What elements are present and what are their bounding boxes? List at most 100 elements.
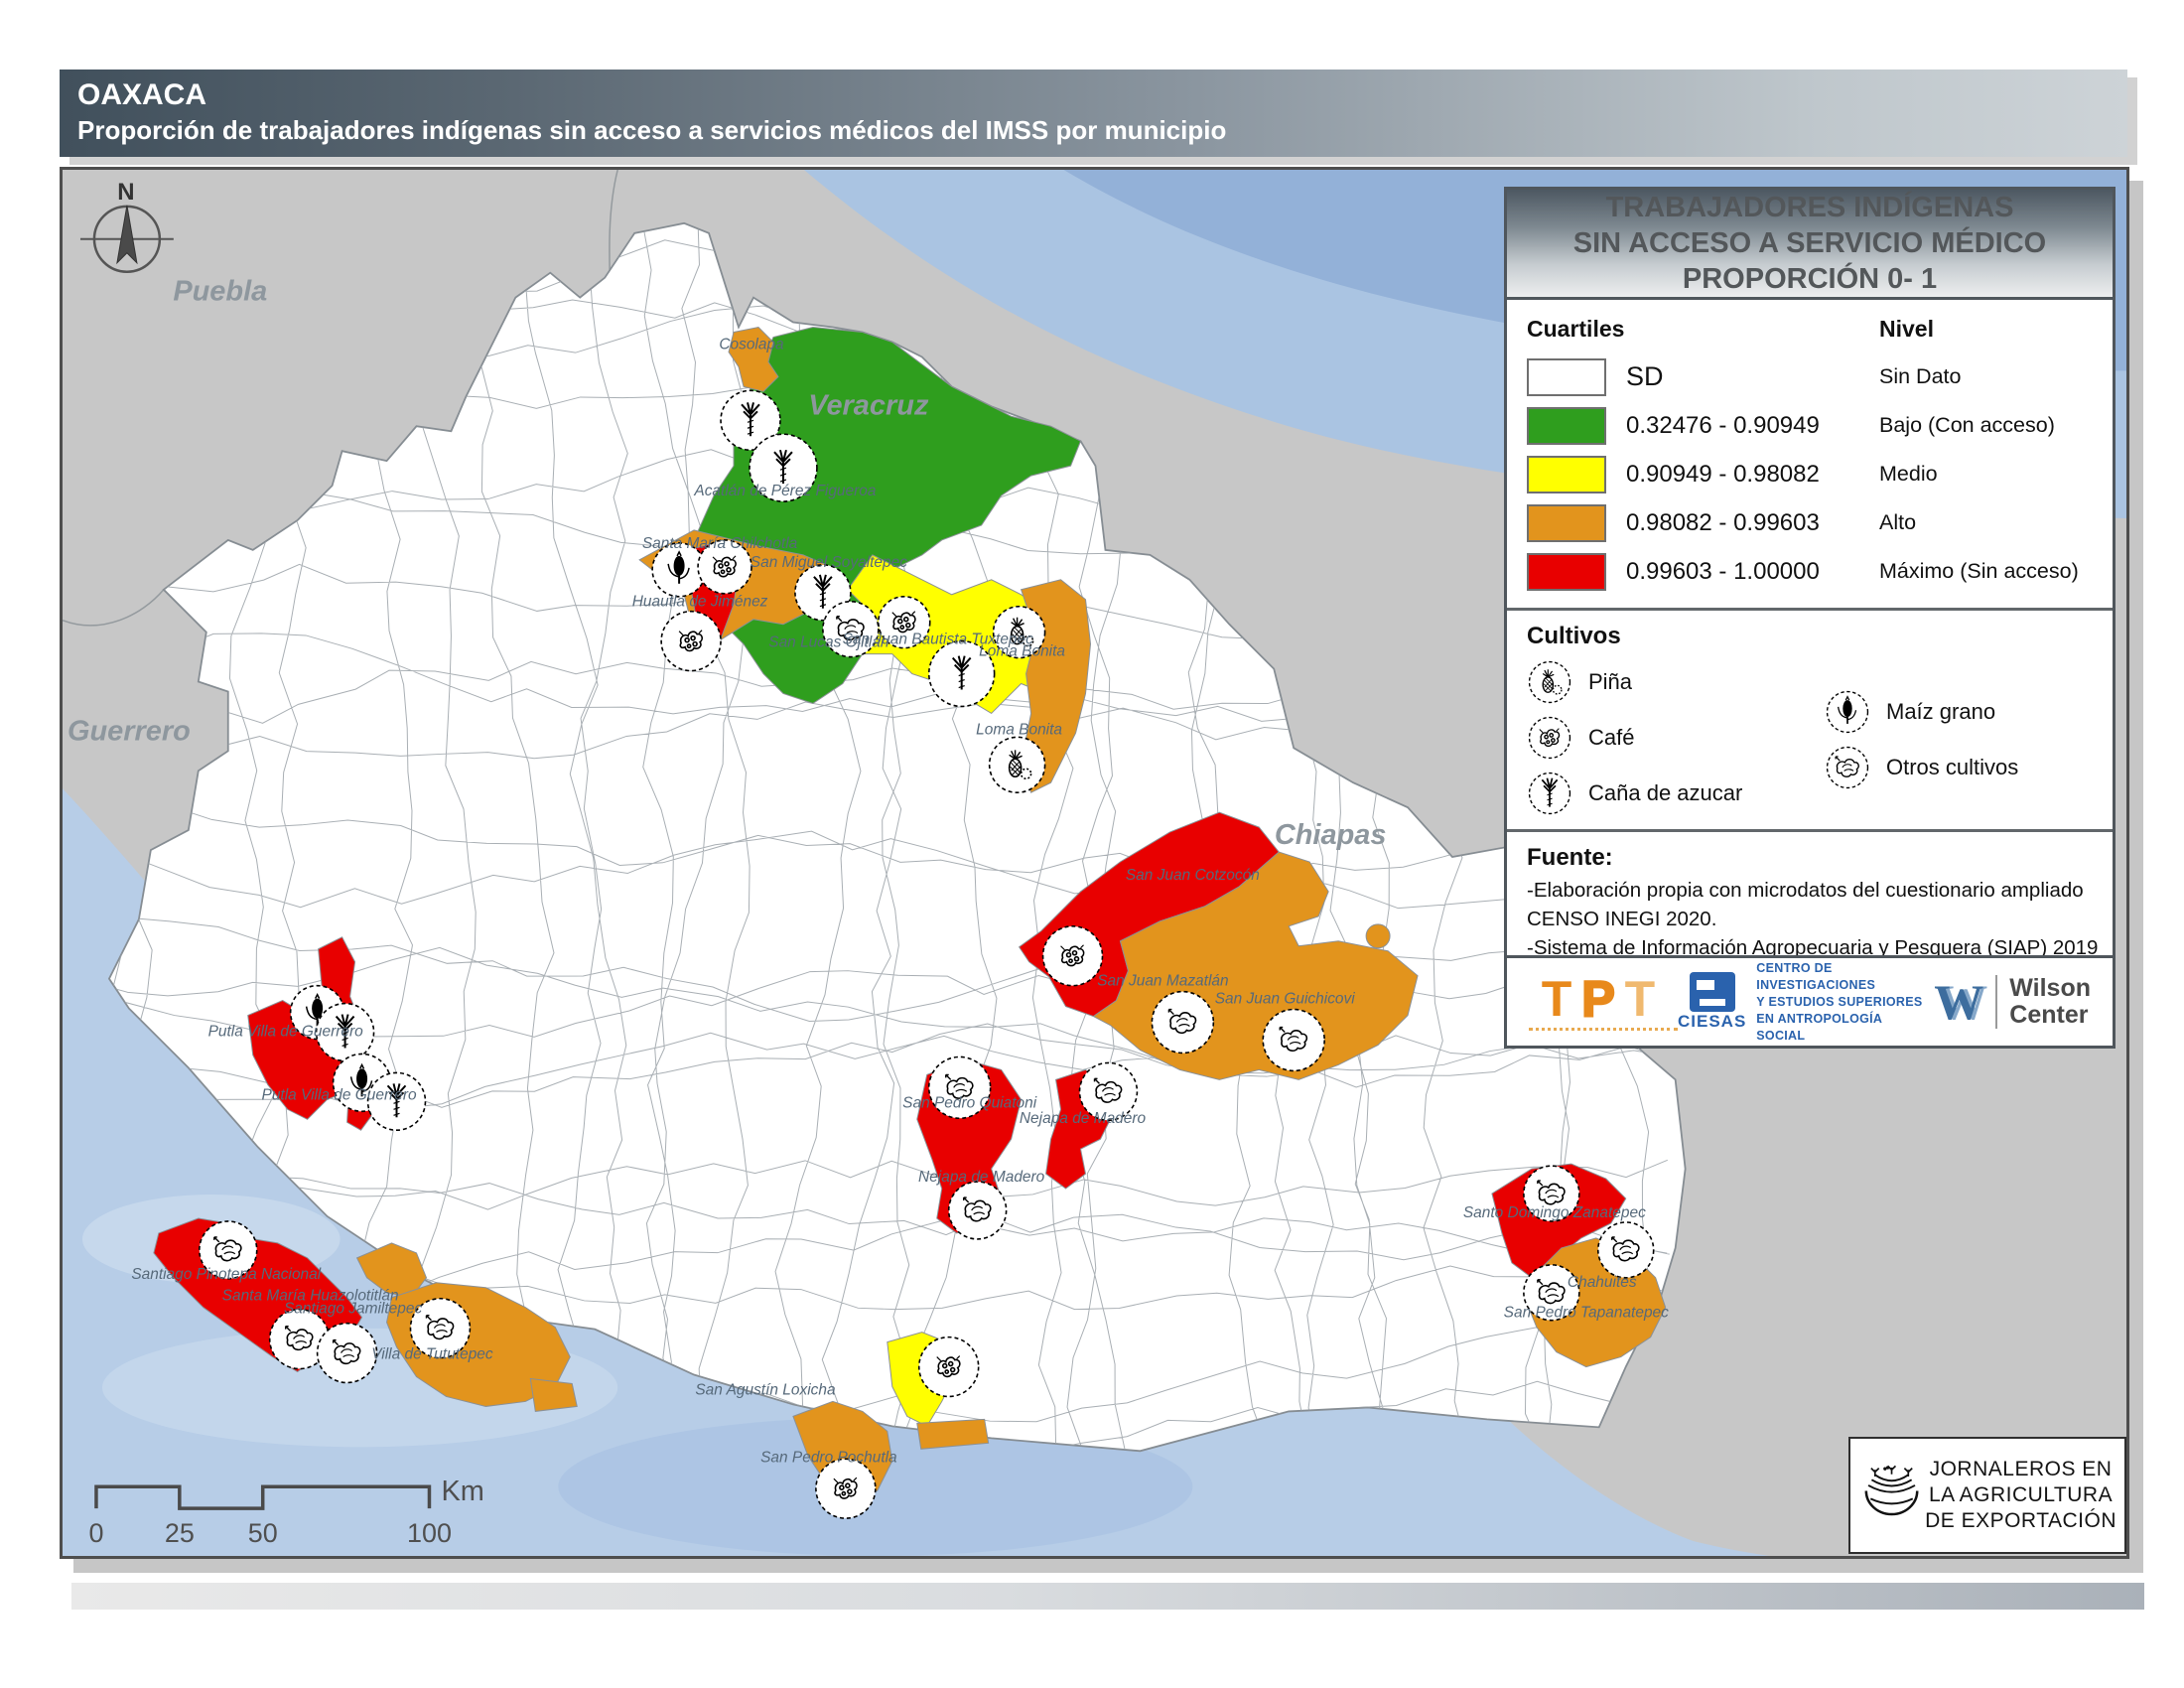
municipality-label: Villa de Tututepec [371,1346,493,1363]
legend-title-line: PROPORCIÓN 0- 1 [1507,261,2113,297]
legend-nivel: Bajo (Con acceso) [1879,413,2093,438]
municipality-label: Loma Bonita [979,643,1065,660]
nivel-header: Nivel [1879,316,2093,343]
otros-crop-icon [949,1182,1007,1239]
legend-swatch [1527,456,1606,493]
municipality-label: Loma Bonita [976,721,1062,738]
jornaleros-field-icon [1858,1450,1925,1541]
otros-icon [1825,745,1870,790]
wilson-text-line: Wilson [2009,975,2091,1002]
ciesas-text-line: EN ANTROPOLOGÍA SOCIAL [1756,1011,1934,1045]
cultivo-label: Otros cultivos [1886,755,2018,780]
north-label: N [117,179,134,206]
cafe-crop-icon [1043,926,1103,986]
footer-strip [71,1583,2144,1610]
municipality-label: Nejapa de Madero [1020,1110,1147,1127]
pina-crop-icon [990,737,1045,792]
legend-range: SD [1626,361,1879,392]
tpt-logo: TPT [1529,974,1678,1031]
jornaleros-badge: JORNALEROS ENLA AGRICULTURADE EXPORTACIÓ… [1848,1437,2126,1554]
municipality-label: San Juan Cotzocón [1126,867,1260,884]
legend-class-row: 0.32476 - 0.90949Bajo (Con acceso) [1527,401,2093,450]
ciesas-icon [1690,972,1735,1012]
cafe-crop-icon [919,1337,979,1397]
legend-nivel: Sin Dato [1879,364,2093,389]
cultivo-row: Piña [1527,658,1825,706]
cultivo-label: Piña [1588,669,1632,695]
wilson-w-mark: W [1934,977,1983,1027]
fuente-line: CENSO INEGI 2020. [1527,905,2093,933]
legend-nivel: Medio [1879,462,2093,487]
legend-range: 0.98082 - 0.99603 [1626,509,1879,537]
municipality-label: Santa María Chilchotla [642,535,798,552]
municipality-label: Santiago Jamiltepec [284,1301,423,1318]
state-label: Veracruz [808,389,929,421]
cuartiles-header: Cuartiles [1527,316,1879,343]
municipality-label: San Juan Guichicovi [1215,991,1356,1008]
municipality-label: San Agustín Loxicha [695,1381,836,1398]
cultivo-row: Maíz grano [1825,688,2018,736]
scale-unit: Km [441,1476,483,1507]
municipality-label: Santo Domingo Zanatepec [1463,1204,1646,1221]
municipality-label: Putla Villa de Guerrero [262,1086,418,1103]
legend-nivel: Alto [1879,510,2093,535]
cafe-crop-icon [816,1459,876,1518]
municipality-label: San Pedro Quiatoni [902,1094,1037,1111]
page: OAXACA Proporción de trabajadores indíge… [0,0,2184,1688]
municipality-label: San Miguel Soyaltepec [751,554,907,571]
cultivo-row: Otros cultivos [1825,744,2018,791]
municipality-label: Acatlán de Pérez Figueroa [693,483,877,499]
legend-range: 0.90949 - 0.98082 [1626,461,1879,489]
wilson-center-logo: W WilsonCenter [1934,975,2091,1029]
cafe-icon [1527,715,1572,761]
legend-title-line: TRABAJADORES INDÍGENAS [1507,190,2113,225]
legend-class-row: 0.99603 - 1.00000Máximo (Sin acceso) [1527,547,2093,596]
ciesas-text-line: Y ESTUDIOS SUPERIORES [1756,994,1934,1011]
jornaleros-text-line: JORNALEROS EN [1930,1457,2113,1482]
legend-nivel: Máximo (Sin acceso) [1879,559,2093,584]
legend-cuartiles-section: Cuartiles Nivel SDSin Dato0.32476 - 0.90… [1507,300,2113,608]
cultivos-header: Cultivos [1527,621,2093,658]
legend-swatch [1527,553,1606,591]
cultivo-label: Caña de azucar [1588,780,1742,806]
municipality-label: San Pedro Tapanatepec [1504,1305,1670,1322]
legend-panel: TRABAJADORES INDÍGENAS SIN ACCESO A SERV… [1504,187,2116,977]
cana-icon [1527,771,1572,816]
state-label: Guerrero [68,715,191,747]
cultivo-row: Café [1527,714,1825,762]
legend-swatch [1527,358,1606,396]
scale-tick-label: 50 [248,1518,278,1548]
legend-class-row: SDSin Dato [1527,352,2093,401]
municipality-label: Santiago Pinotepa Nacional [131,1266,321,1283]
legend-range: 0.32476 - 0.90949 [1626,412,1879,440]
legend-class-row: 0.90949 - 0.98082Medio [1527,450,2093,498]
wilson-text-line: Center [2009,1002,2091,1029]
legend-swatch [1527,504,1606,542]
scale-tick-label: 100 [407,1518,452,1548]
fuente-line: -Elaboración propia con microdatos del c… [1527,876,2093,905]
municipality-label: Putla Villa de Guerrero [208,1024,364,1041]
ciesas-acronym: CIESAS [1678,1012,1746,1032]
jornaleros-text-line: LA AGRICULTURA [1929,1482,2113,1508]
legend-swatch [1527,407,1606,445]
cultivo-row: Caña de azucar [1527,770,1825,817]
legend-cultivos-section: Cultivos Piña Café Caña de azucar Maíz gra… [1507,608,2113,829]
map-subtitle: Proporción de trabajadores indígenas sin… [77,113,2127,147]
fuente-header: Fuente: [1527,842,2093,876]
region-alto [1366,924,1390,948]
scale-tick-label: 25 [165,1518,195,1548]
scale-tick-label: 0 [88,1518,103,1548]
legend-class-row: 0.98082 - 0.99603Alto [1527,498,2093,547]
municipality-label: Cosolapa [719,336,784,352]
wilson-divider [1995,975,1997,1029]
maiz-icon [1825,689,1870,735]
legend-title-line: SIN ACCESO A SERVICIO MÉDICO [1507,225,2113,261]
otros-crop-icon [318,1324,377,1383]
title-bar: OAXACA Proporción de trabajadores indíge… [60,70,2127,157]
municipality-label: Nejapa de Madero [918,1169,1045,1186]
legend-title: TRABAJADORES INDÍGENAS SIN ACCESO A SERV… [1504,187,2116,300]
state-label: Puebla [173,276,267,308]
otros-crop-icon [1598,1222,1654,1278]
municipality-label: Huautla de Jiménez [632,594,768,611]
cultivo-label: Café [1588,725,1634,751]
